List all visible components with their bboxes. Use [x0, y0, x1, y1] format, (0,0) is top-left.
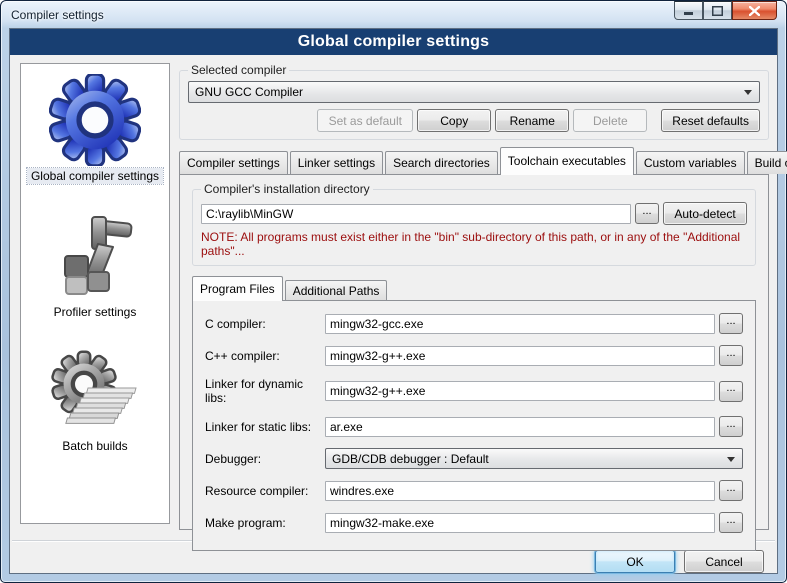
install-dir-note: NOTE: All programs must exist either in … [201, 230, 747, 258]
make-program-label: Make program: [205, 516, 325, 530]
selected-compiler-group: Selected compiler GNU GCC Compiler Set a… [179, 63, 769, 140]
resource-compiler-label: Resource compiler: [205, 484, 325, 498]
window-title: Compiler settings [11, 8, 104, 22]
static-linker-browse-button[interactable]: ... [719, 416, 743, 437]
install-dir-group: Compiler's installation directory ... Au… [192, 182, 756, 266]
static-linker-label: Linker for static libs: [205, 420, 325, 434]
sidebar-item-label: Global compiler settings [27, 168, 163, 184]
dialog-content: Global compiler settings [10, 55, 777, 534]
set-as-default-button[interactable]: Set as default [317, 109, 413, 132]
static-linker-input[interactable] [325, 417, 715, 437]
close-button[interactable] [732, 1, 777, 20]
toolchain-executables-panel: Compiler's installation directory ... Au… [179, 174, 769, 530]
dynamic-linker-browse-button[interactable]: ... [719, 381, 743, 402]
cpp-compiler-label: C++ compiler: [205, 349, 325, 363]
subtab-additional-paths[interactable]: Additional Paths [285, 280, 388, 300]
compiler-select[interactable]: GNU GCC Compiler [188, 81, 760, 103]
install-dir-input[interactable] [201, 204, 631, 224]
install-dir-browse-button[interactable]: ... [635, 203, 659, 224]
sidebar-item-global-compiler-settings[interactable]: Global compiler settings [27, 74, 163, 184]
tab-compiler-settings[interactable]: Compiler settings [179, 151, 288, 174]
copy-button[interactable]: Copy [417, 109, 491, 132]
make-program-input[interactable] [325, 513, 715, 533]
subtab-program-files[interactable]: Program Files [192, 276, 283, 300]
tab-build-options[interactable]: Build options [747, 151, 787, 174]
blue-gear-icon [49, 74, 141, 166]
cpp-compiler-browse-button[interactable]: ... [719, 345, 743, 366]
make-program-row: Make program: ... [205, 512, 743, 533]
dynamic-linker-label: Linker for dynamic libs: [205, 377, 325, 405]
titlebar[interactable]: Compiler settings [1, 1, 786, 28]
minimize-icon [684, 6, 694, 15]
tab-search-directories[interactable]: Search directories [385, 151, 498, 174]
batch-builds-gear-icon [50, 344, 140, 436]
debugger-select-value: GDB/CDB debugger : Default [332, 452, 489, 466]
reset-defaults-button[interactable]: Reset defaults [661, 109, 760, 132]
static-linker-row: Linker for static libs: ... [205, 416, 743, 437]
sidebar-item-profiler-settings[interactable]: Profiler settings [50, 210, 141, 320]
dynamic-linker-row: Linker for dynamic libs: ... [205, 377, 743, 405]
profiler-caliper-icon [52, 210, 138, 302]
main-panel: Selected compiler GNU GCC Compiler Set a… [179, 63, 769, 534]
compiler-select-value: GNU GCC Compiler [195, 85, 303, 99]
maximize-button[interactable] [703, 1, 732, 20]
settings-category-sidebar: Global compiler settings [20, 63, 170, 524]
compiler-settings-window: Compiler settings Global compiler settin… [0, 0, 787, 583]
selected-compiler-legend: Selected compiler [188, 63, 289, 77]
resource-compiler-row: Resource compiler: ... [205, 480, 743, 501]
c-compiler-browse-button[interactable]: ... [719, 313, 743, 334]
window-controls [674, 1, 777, 20]
chevron-down-icon [744, 90, 752, 95]
install-dir-legend: Compiler's installation directory [201, 182, 373, 196]
close-icon [749, 6, 760, 16]
tab-custom-variables[interactable]: Custom variables [636, 151, 745, 174]
dialog-header-title: Global compiler settings [298, 33, 490, 51]
c-compiler-row: C compiler: ... [205, 313, 743, 334]
c-compiler-input[interactable] [325, 314, 715, 334]
rename-button[interactable]: Rename [495, 109, 569, 132]
sidebar-item-batch-builds[interactable]: Batch builds [50, 344, 140, 454]
minimize-button[interactable] [674, 1, 703, 20]
programs-subtabstrip: Program Files Additional Paths [192, 276, 756, 300]
make-program-browse-button[interactable]: ... [719, 512, 743, 533]
debugger-row: Debugger: GDB/CDB debugger : Default [205, 448, 743, 469]
install-dir-row: ... Auto-detect [201, 202, 747, 225]
dialog-header: Global compiler settings [10, 29, 777, 55]
dialog-body: Global compiler settings Global compiler… [9, 28, 778, 574]
debugger-select[interactable]: GDB/CDB debugger : Default [325, 448, 743, 469]
cpp-compiler-input[interactable] [325, 346, 715, 366]
auto-detect-button[interactable]: Auto-detect [663, 202, 747, 225]
debugger-label: Debugger: [205, 452, 325, 466]
dynamic-linker-input[interactable] [325, 381, 715, 401]
ok-button[interactable]: OK [595, 550, 675, 573]
chevron-down-icon [727, 457, 735, 462]
tab-linker-settings[interactable]: Linker settings [290, 151, 383, 174]
compiler-buttons-row: Set as default Copy Rename Delete Reset … [188, 109, 760, 132]
maximize-icon [712, 6, 723, 16]
cancel-button[interactable]: Cancel [684, 550, 764, 573]
sidebar-item-label: Batch builds [58, 438, 131, 454]
delete-button[interactable]: Delete [573, 109, 647, 132]
sidebar-item-label: Profiler settings [50, 304, 141, 320]
cpp-compiler-row: C++ compiler: ... [205, 345, 743, 366]
resource-compiler-browse-button[interactable]: ... [719, 480, 743, 501]
program-files-panel: C compiler: ... C++ compiler: ... Linker… [192, 300, 756, 551]
tab-toolchain-executables[interactable]: Toolchain executables [500, 147, 634, 174]
c-compiler-label: C compiler: [205, 317, 325, 331]
resource-compiler-input[interactable] [325, 481, 715, 501]
settings-tabstrip: Compiler settings Linker settings Search… [179, 147, 769, 174]
